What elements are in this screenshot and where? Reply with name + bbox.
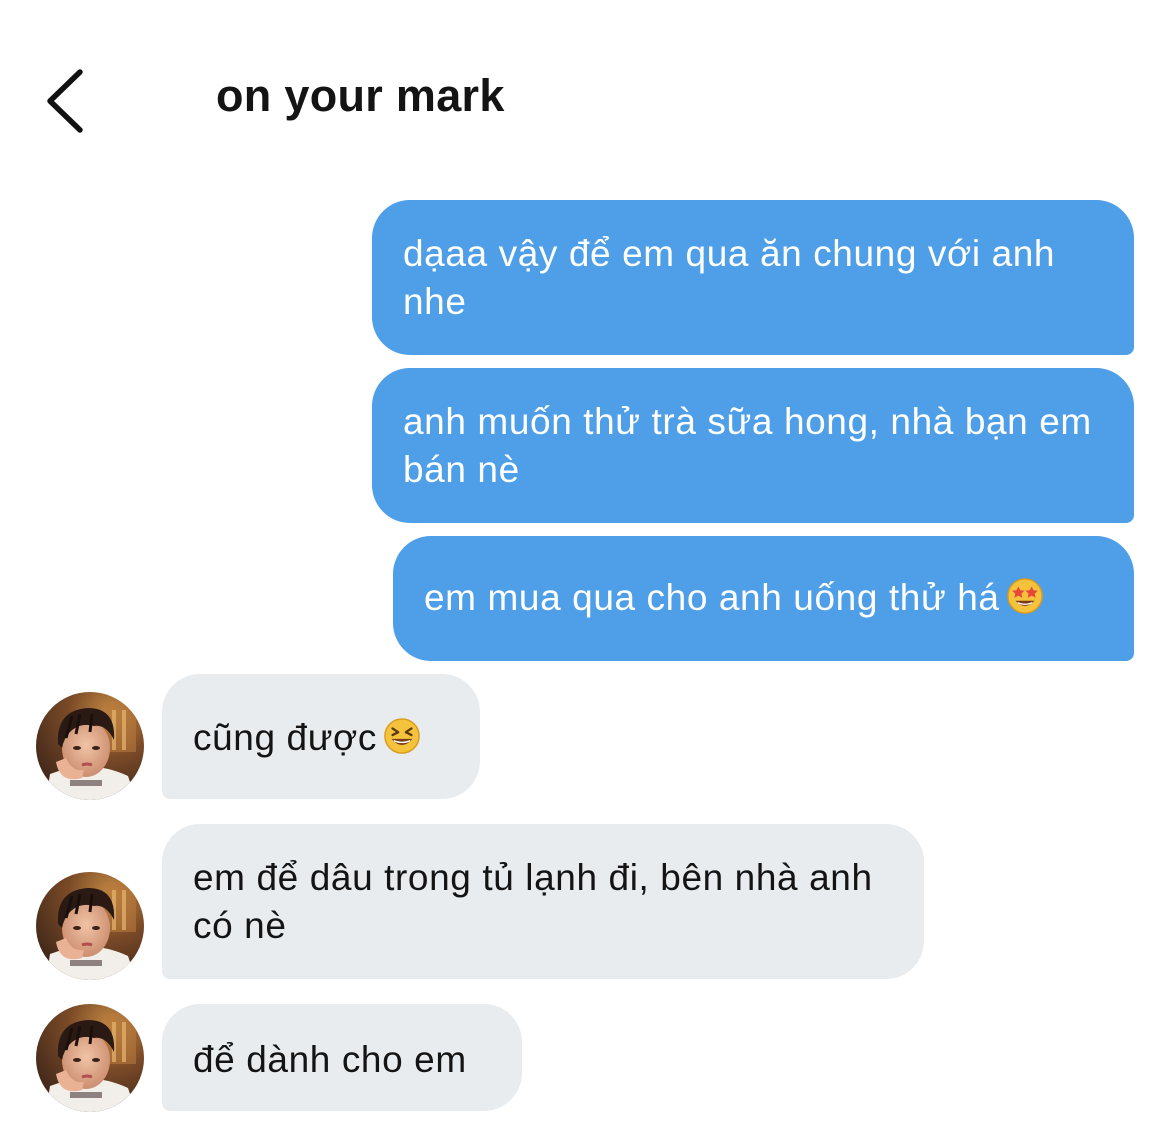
incoming-message-bubble[interactable]: cũng được: [162, 674, 480, 799]
message-text: em mua qua cho anh uống thử há: [424, 577, 1000, 618]
grinning-squinting-emoji-icon: [384, 718, 420, 754]
message-text: em để dâu trong tủ lạnh đi, bên nhà anh …: [193, 857, 873, 946]
incoming-message-bubble[interactable]: em để dâu trong tủ lạnh đi, bên nhà anh …: [162, 824, 924, 979]
star-struck-emoji-icon: [1006, 578, 1043, 614]
outgoing-message-bubble[interactable]: anh muốn thử trà sữa hong, nhà bạn em bá…: [372, 368, 1134, 523]
avatar-photo: [36, 1004, 144, 1112]
outgoing-message-bubble[interactable]: dạaa vậy để em qua ăn chung với anh nhe: [372, 200, 1134, 355]
outgoing-message-bubble[interactable]: em mua qua cho anh uống thử há: [393, 536, 1134, 661]
contact-avatar[interactable]: [36, 692, 144, 800]
contact-avatar[interactable]: [36, 1004, 144, 1112]
message-text: anh muốn thử trà sữa hong, nhà bạn em bá…: [403, 401, 1092, 490]
message-text: để dành cho em: [193, 1039, 467, 1080]
back-button[interactable]: [36, 66, 96, 136]
avatar-photo: [36, 692, 144, 800]
contact-avatar[interactable]: [36, 872, 144, 980]
message-text: cũng được: [193, 717, 378, 758]
incoming-message-bubble[interactable]: để dành cho em: [162, 1004, 522, 1111]
chat-header: on your mark: [0, 40, 1169, 160]
chevron-left-icon: [47, 69, 83, 133]
message-text: dạaa vậy để em qua ăn chung với anh nhe: [403, 233, 1056, 322]
avatar-photo: [36, 872, 144, 980]
chat-screen: on your mark dạaa vậy để em qua ăn chung…: [0, 0, 1169, 1126]
conversation-title: on your mark: [216, 70, 505, 121]
